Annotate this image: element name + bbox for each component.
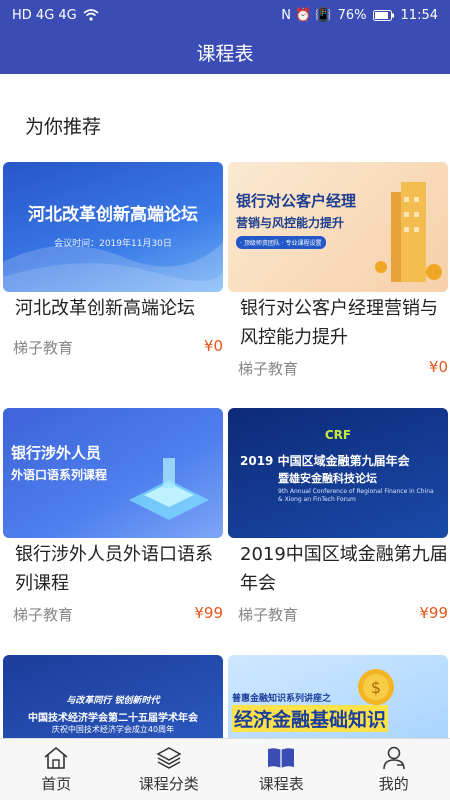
- course-org: 梯子教育: [238, 360, 299, 378]
- tab-label: 首页: [41, 775, 72, 793]
- network-indicator: HD 4G 4G: [12, 7, 77, 23]
- banner-subtext: 庆祝中国技术经济学会成立40周年: [51, 725, 175, 734]
- status-bar: HD 4G 4G N ⏰ 📳 76% 11:54: [0, 0, 450, 30]
- tab-label: 课程表: [258, 775, 304, 793]
- svg-text:$: $: [371, 678, 381, 697]
- tab-label: 课程分类: [138, 775, 199, 793]
- book-icon: [266, 745, 296, 771]
- course-card[interactable]: 银行涉外人员 外语口语系列课程 银行涉外人员外语口语系列课程 梯子教育 ¥99: [3, 408, 223, 625]
- banner-subtext: 暨雄安金融科技论坛: [278, 472, 377, 485]
- banner-text: 2019 中国区域金融第九届年会: [240, 454, 410, 468]
- banner-logo: CRF: [324, 428, 352, 442]
- home-icon: [42, 745, 70, 771]
- page-title: 课程表: [196, 42, 254, 65]
- course-price: ¥99: [419, 604, 448, 622]
- banner-text: 银行涉外人员: [11, 444, 102, 462]
- layers-icon: [155, 745, 183, 771]
- course-thumbnail[interactable]: 与改革同行 锐创新时代 中国技术经济学会第二十五届学术年会 庆祝中国技术经济学会…: [3, 655, 223, 738]
- banner-slogan: 与改革同行 锐创新时代: [66, 696, 160, 706]
- status-left: HD 4G 4G: [12, 8, 99, 23]
- title-bar: 课程表: [0, 30, 450, 74]
- course-price: ¥99: [194, 604, 223, 622]
- course-title[interactable]: 河北改革创新高端论坛: [3, 294, 228, 323]
- coin-icon: $: [358, 669, 394, 705]
- tech-illustration: [129, 458, 209, 520]
- course-card[interactable]: 与改革同行 锐创新时代 中国技术经济学会第二十五届学术年会 庆祝中国技术经济学会…: [3, 655, 223, 738]
- banner-tag: · 顶级师资团队 · 专业课程设置: [236, 236, 326, 249]
- banner-text: 中国技术经济学会第二十五届学术年会: [28, 713, 198, 724]
- course-thumbnail[interactable]: 普惠金融知识系列讲座之 经济金融基础知识 $: [228, 655, 448, 738]
- tab-label: 我的: [378, 775, 409, 793]
- building-illustration: [375, 182, 442, 282]
- course-thumbnail[interactable]: 河北改革创新高端论坛 会议时间：2019年11月30日: [3, 162, 223, 292]
- tab-home[interactable]: 首页: [0, 739, 113, 800]
- banner-english: 9th Annual Conference of Regional Financ…: [278, 488, 434, 503]
- course-card[interactable]: 银行对公客户经理 营销与风控能力提升 · 顶级师资团队 · 专业课程设置 银行对…: [228, 162, 448, 379]
- course-thumbnail[interactable]: 银行对公客户经理 营销与风控能力提升 · 顶级师资团队 · 专业课程设置: [228, 162, 448, 292]
- course-title[interactable]: 2019中国区域金融第九届年会: [228, 540, 450, 598]
- banner-subtext: 外语口语系列课程: [11, 468, 108, 482]
- course-thumbnail[interactable]: 银行涉外人员 外语口语系列课程: [3, 408, 223, 538]
- bottom-tab-bar: 首页 课程分类 课程表 我的: [0, 738, 450, 800]
- banner-text: 经济金融基础知识: [232, 705, 389, 732]
- banner-text: 河北改革创新高端论坛: [28, 205, 198, 225]
- tab-schedule[interactable]: 课程表: [225, 739, 338, 800]
- status-icons: N ⏰ 📳: [281, 7, 332, 23]
- battery-percent: 76%: [337, 7, 367, 23]
- wifi-icon: [83, 9, 99, 21]
- course-title[interactable]: 银行涉外人员外语口语系列课程: [3, 540, 228, 598]
- tab-categories[interactable]: 课程分类: [113, 739, 226, 800]
- course-org: 梯子教育: [13, 606, 74, 624]
- course-org: 梯子教育: [238, 606, 299, 624]
- tab-mine[interactable]: 我的: [338, 739, 450, 800]
- banner-subtext: 会议时间：2019年11月30日: [54, 239, 172, 249]
- course-price: ¥0: [203, 337, 223, 355]
- banner-text: 银行对公客户经理: [236, 192, 357, 210]
- status-right: N ⏰ 📳 76% 11:54: [281, 8, 438, 23]
- course-price: ¥0: [428, 358, 448, 376]
- course-card[interactable]: CRF 2019 中国区域金融第九届年会 暨雄安金融科技论坛 9th Annua…: [228, 408, 448, 625]
- course-thumbnail[interactable]: CRF 2019 中国区域金融第九届年会 暨雄安金融科技论坛 9th Annua…: [228, 408, 448, 538]
- section-title: 为你推荐: [25, 116, 102, 138]
- battery-icon: [372, 9, 395, 21]
- user-icon: [380, 745, 408, 771]
- course-title[interactable]: 银行对公客户经理营销与风控能力提升: [228, 294, 450, 352]
- course-card[interactable]: 河北改革创新高端论坛 会议时间：2019年11月30日 河北改革创新高端论坛 梯…: [3, 162, 223, 358]
- course-org: 梯子教育: [13, 339, 74, 357]
- banner-subtext: 营销与风控能力提升: [236, 216, 345, 230]
- course-card[interactable]: 普惠金融知识系列讲座之 经济金融基础知识 $: [228, 655, 448, 738]
- banner-subtext: 普惠金融知识系列讲座之: [232, 694, 332, 704]
- clock: 11:54: [400, 7, 438, 23]
